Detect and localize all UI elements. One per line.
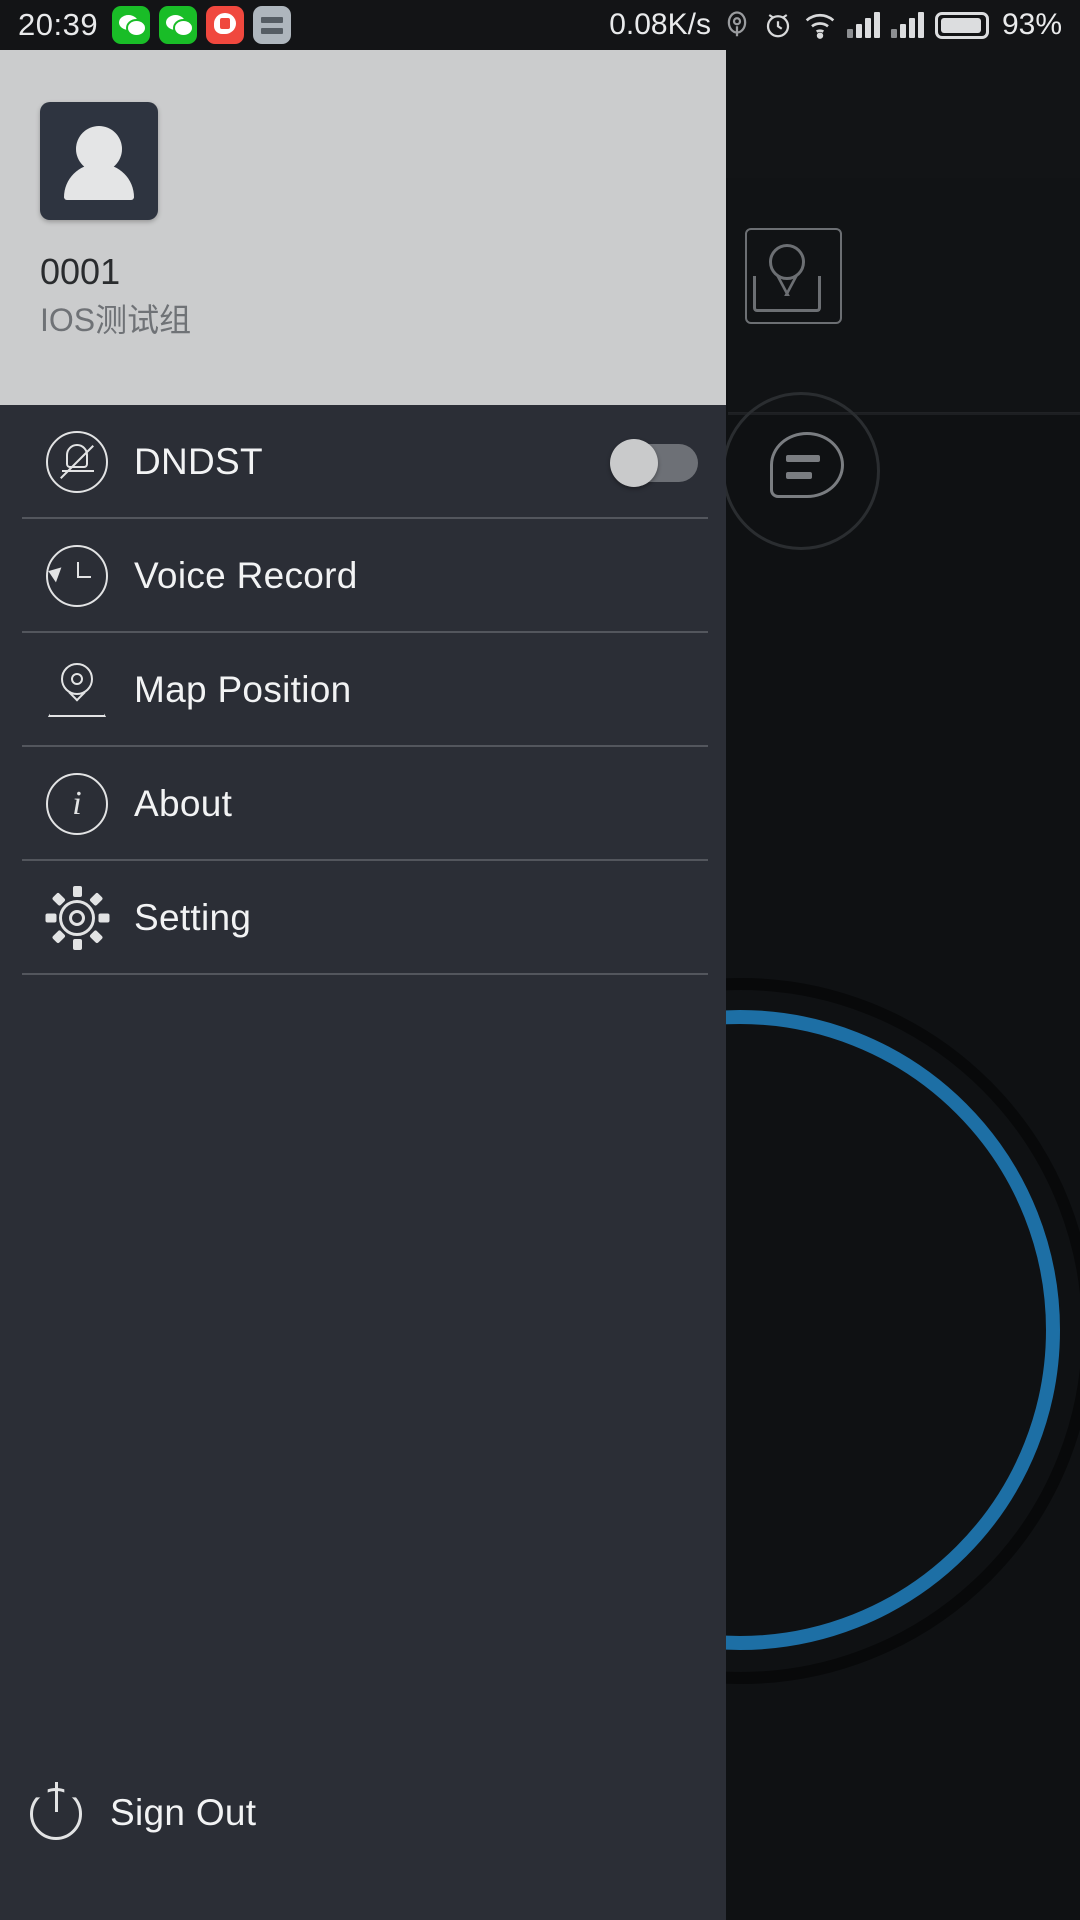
sign-out-button[interactable]: Sign Out xyxy=(0,1758,726,1868)
menu-item-label: Map Position xyxy=(134,669,352,710)
person-avatar[interactable] xyxy=(40,102,158,220)
profile-header[interactable]: 0001 IOS测试组 xyxy=(0,50,726,405)
menu-item-label: DNDST xyxy=(134,441,263,482)
profile-group: IOS测试组 xyxy=(40,302,192,339)
chat-bubble-icon xyxy=(770,432,844,498)
status-time: 20:39 xyxy=(18,7,99,42)
power-icon xyxy=(26,1782,88,1844)
history-clock-icon xyxy=(45,545,108,607)
phone-screen: 20:39 0.08K/s 93% 0001 IOS测试组 DNDST Voic… xyxy=(0,0,1080,1920)
menu-item-label: About xyxy=(134,783,233,824)
map-pin-icon xyxy=(46,659,108,721)
battery-percent: 93% xyxy=(1001,8,1062,41)
dndst-toggle[interactable] xyxy=(610,439,698,487)
network-speed: 0.08K/s xyxy=(609,8,711,41)
menu-item-map-position[interactable]: Map Position xyxy=(0,633,726,747)
gear-icon xyxy=(45,886,110,950)
status-bar: 20:39 0.08K/s 93% xyxy=(0,0,1080,50)
bell-off-icon xyxy=(46,431,108,493)
status-app-icons xyxy=(112,6,292,44)
toggle-knob xyxy=(610,439,658,487)
signal-icon xyxy=(890,12,924,38)
row-separator xyxy=(22,973,708,975)
person-outline-icon xyxy=(745,228,842,324)
location-icon xyxy=(722,10,752,40)
alarm-icon xyxy=(763,10,793,40)
avatar-body xyxy=(64,164,134,200)
menu-item-dndst[interactable]: DNDST xyxy=(0,405,726,519)
menu-item-about[interactable]: i About xyxy=(0,747,726,861)
navigation-drawer: 0001 IOS测试组 DNDST Voice Record Map Posit… xyxy=(0,50,726,1920)
chat-bubble-line xyxy=(786,472,812,479)
drawer-menu: DNDST Voice Record Map Position i About … xyxy=(0,405,726,975)
menu-item-setting[interactable]: Setting xyxy=(0,861,726,975)
red-chat-icon xyxy=(206,6,245,44)
profile-name: 0001 xyxy=(40,251,121,292)
battery-icon xyxy=(934,11,989,39)
chat-bubble-line xyxy=(786,455,820,462)
wifi-icon xyxy=(804,11,836,39)
document-icon xyxy=(253,6,292,44)
status-indicators: 0.08K/s 93% xyxy=(609,8,1062,42)
menu-item-label: Setting xyxy=(134,897,252,938)
person-outline-body xyxy=(753,276,821,312)
wechat-icon xyxy=(112,6,151,44)
menu-item-label: Voice Record xyxy=(134,555,358,596)
menu-item-voice-record[interactable]: Voice Record xyxy=(0,519,726,633)
sign-out-label: Sign Out xyxy=(110,1792,257,1833)
info-icon: i xyxy=(46,773,108,835)
wechat-icon xyxy=(159,6,198,44)
signal-icon xyxy=(846,12,880,38)
